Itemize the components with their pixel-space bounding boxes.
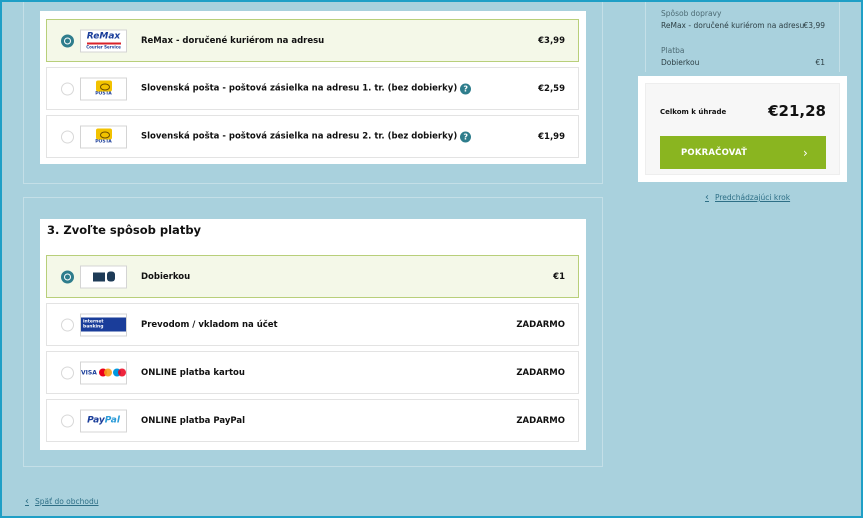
payment-option-label: Prevodom / vkladom na účet bbox=[141, 319, 278, 330]
payment-option-price: ZADARMO bbox=[516, 319, 565, 330]
payment-option-bank-transfer[interactable]: internet banking Prevodom / vkladom na ú… bbox=[46, 303, 579, 346]
summary-shipping-price: €3,99 bbox=[803, 21, 825, 30]
help-icon[interactable]: ? bbox=[460, 83, 472, 94]
slovenska-posta-logo: POŠTA bbox=[80, 125, 127, 148]
payment-options-card: 3. Zvoľte spôsob platby Dobierkou €1 int… bbox=[40, 219, 586, 450]
payment-option-price: €1 bbox=[553, 271, 565, 282]
summary-shipping-label: Spôsob dopravy bbox=[661, 9, 722, 18]
back-to-shop-link[interactable]: ‹ Späť do obchodu bbox=[25, 496, 99, 507]
shipping-option-posta-1st-class[interactable]: POŠTA Slovenská pošta - poštová zásielka… bbox=[46, 67, 579, 110]
cash-on-delivery-icon bbox=[80, 265, 127, 288]
payment-option-price: ZADARMO bbox=[516, 415, 565, 426]
total-label: Celkom k úhrade bbox=[660, 108, 727, 116]
payment-option-price: ZADARMO bbox=[516, 367, 565, 378]
radio-button[interactable] bbox=[61, 366, 74, 379]
posta-logo-text: POŠTA bbox=[95, 139, 112, 145]
slovenska-posta-logo: POŠTA bbox=[80, 77, 127, 100]
card-brands-logo: VISA bbox=[80, 361, 127, 384]
internet-banking-logo: internet banking bbox=[80, 313, 127, 336]
payment-option-label: ONLINE platba PayPal bbox=[141, 415, 246, 426]
previous-step-link[interactable]: ‹ Predchádzajúci krok bbox=[705, 192, 790, 203]
posta-logo-text: POŠTA bbox=[95, 91, 112, 97]
shipping-option-posta-2nd-class[interactable]: POŠTA Slovenská pošta - poštová zásielka… bbox=[46, 115, 579, 158]
remax-logo-subtext: Courier Service bbox=[86, 44, 121, 49]
payment-option-paypal[interactable]: Pay Pal ONLINE platba PayPal ZADARMO bbox=[46, 399, 579, 442]
radio-button[interactable] bbox=[61, 318, 74, 331]
shipping-option-price: €1,99 bbox=[538, 131, 565, 142]
post-horn-icon bbox=[95, 128, 112, 140]
summary-payment-value: Dobierkou bbox=[661, 58, 700, 67]
help-icon[interactable]: ? bbox=[460, 131, 472, 142]
remax-logo-text: ReMax bbox=[86, 31, 121, 41]
radio-button[interactable] bbox=[61, 130, 74, 143]
radio-button[interactable] bbox=[61, 414, 74, 427]
shipping-option-label: Slovenská pošta - poštová zásielka na ad… bbox=[141, 131, 472, 142]
visa-logo: VISA bbox=[81, 369, 97, 376]
payment-option-label: ONLINE platba kartou bbox=[141, 367, 245, 378]
payment-option-card[interactable]: VISA ONLINE platba kartou ZADARMO bbox=[46, 351, 579, 394]
shipping-option-price: €2,59 bbox=[538, 83, 565, 94]
maestro-icon bbox=[113, 368, 126, 377]
summary-shipping-value: ReMax - doručené kuriérom na adresu bbox=[661, 21, 805, 30]
post-horn-icon bbox=[95, 80, 112, 92]
chevron-left-icon: ‹ bbox=[25, 496, 29, 507]
paypal-logo: Pay Pal bbox=[80, 409, 127, 432]
chevron-right-icon: › bbox=[803, 146, 808, 160]
order-total-box: Celkom k úhrade €21,28 POKRAČOVAŤ › bbox=[638, 76, 847, 182]
remax-logo: ReMax Courier Service bbox=[80, 29, 127, 52]
continue-button[interactable]: POKRAČOVAŤ › bbox=[660, 136, 826, 169]
payment-option-cash-on-delivery[interactable]: Dobierkou €1 bbox=[46, 255, 579, 298]
shipping-option-price: €3,99 bbox=[538, 35, 565, 46]
radio-button[interactable] bbox=[61, 34, 74, 47]
shipping-option-label: ReMax - doručené kuriérom na adresu bbox=[141, 35, 325, 46]
radio-button[interactable] bbox=[61, 270, 74, 283]
payment-section-title: 3. Zvoľte spôsob platby bbox=[47, 223, 202, 237]
chevron-left-icon: ‹ bbox=[705, 192, 709, 203]
summary-payment-price: €1 bbox=[815, 58, 825, 67]
radio-button[interactable] bbox=[61, 82, 74, 95]
summary-payment-label: Platba bbox=[661, 46, 685, 55]
mastercard-icon bbox=[98, 368, 112, 377]
shipping-options-card: ReMax Courier Service ReMax - doručené k… bbox=[40, 11, 586, 164]
total-amount: €21,28 bbox=[768, 102, 826, 120]
payment-option-label: Dobierkou bbox=[141, 271, 191, 282]
shipping-option-remax[interactable]: ReMax Courier Service ReMax - doručené k… bbox=[46, 19, 579, 62]
order-summary-details: Spôsob dopravy ReMax - doručené kuriérom… bbox=[645, 0, 840, 72]
shipping-option-label: Slovenská pošta - poštová zásielka na ad… bbox=[141, 83, 472, 94]
